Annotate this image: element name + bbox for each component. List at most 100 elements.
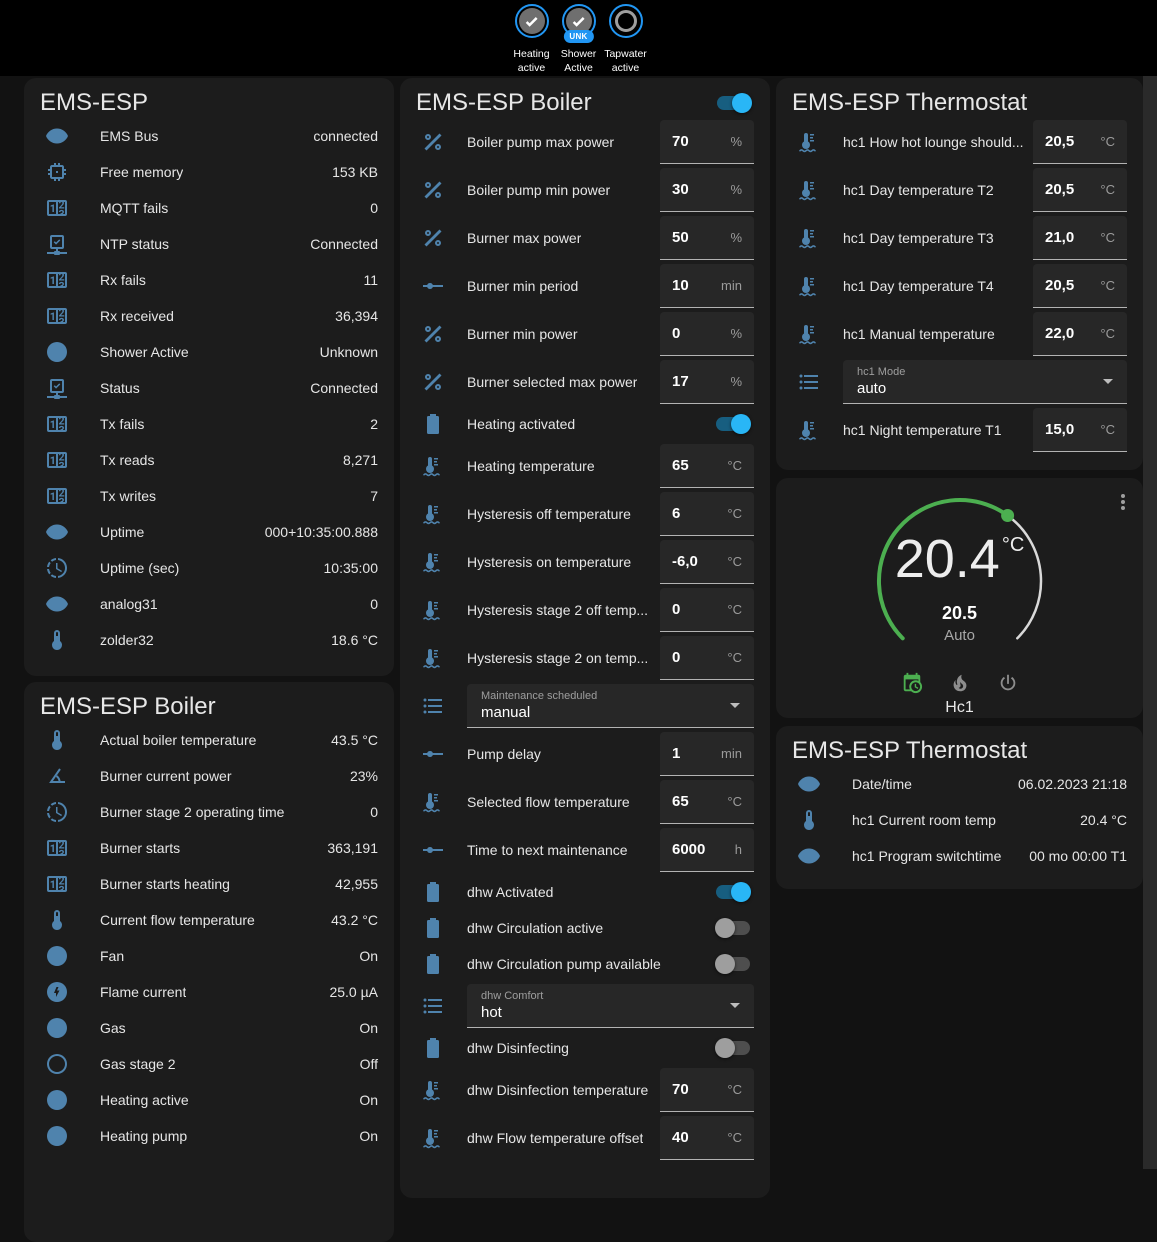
- number-input[interactable]: 20,5°C: [1033, 120, 1127, 164]
- select-input[interactable]: dhw Comforthot: [467, 984, 754, 1028]
- number-input[interactable]: 0°C: [660, 636, 754, 680]
- thermo-water-icon: [421, 790, 445, 814]
- number-input[interactable]: 40°C: [660, 1116, 754, 1160]
- entity-value: Off: [352, 1056, 378, 1072]
- unit-label: °C: [727, 602, 742, 617]
- entity-row[interactable]: hc1 Current room temp20.4 °C: [776, 802, 1143, 838]
- boiler-power-toggle[interactable]: [716, 93, 752, 113]
- entity-row[interactable]: EMS Busconnected: [24, 118, 394, 154]
- entity-row[interactable]: Heating activeOn: [24, 1082, 394, 1118]
- number-value: 0: [672, 325, 680, 342]
- entity-row[interactable]: Burner starts heating42,955: [24, 866, 394, 902]
- entity-row[interactable]: Burner stage 2 operating time0: [24, 794, 394, 830]
- eye-icon: [797, 844, 821, 868]
- number-input[interactable]: 15,0°C: [1033, 408, 1127, 452]
- entity-row[interactable]: Shower ActiveUnknown: [24, 334, 394, 370]
- entity-row[interactable]: FanOn: [24, 938, 394, 974]
- number-input[interactable]: 6°C: [660, 492, 754, 536]
- counter-icon: [45, 304, 69, 328]
- entity-row[interactable]: Gas stage 2Off: [24, 1046, 394, 1082]
- thermostat-dial[interactable]: 20.4°C 20.5 Auto: [865, 486, 1055, 664]
- entity-value: On: [351, 1128, 378, 1144]
- number-input[interactable]: 70°C: [660, 1068, 754, 1112]
- entity-row[interactable]: Flame current25.0 µA: [24, 974, 394, 1010]
- toggle-switch[interactable]: [715, 1038, 751, 1058]
- thermometer-icon: [797, 808, 821, 832]
- number-value: 30: [672, 181, 689, 198]
- number-input[interactable]: 30%: [660, 168, 754, 212]
- number-input[interactable]: 0 °C: [660, 588, 754, 632]
- badge-shower-active[interactable]: UNKShowerActive: [557, 4, 601, 76]
- number-input[interactable]: 20,5°C: [1033, 264, 1127, 308]
- entity-row[interactable]: Tx writes7: [24, 478, 394, 514]
- entity-label: hc1 Day temperature T4: [843, 278, 994, 294]
- unit-label: °C: [727, 794, 742, 809]
- entity-row[interactable]: NTP statusConnected: [24, 226, 394, 262]
- number-input[interactable]: 70%: [660, 120, 754, 164]
- entity-row: hc1 How hot lounge should...20,5°C: [776, 118, 1143, 166]
- toggle-switch[interactable]: [715, 918, 751, 938]
- entity-row[interactable]: zolder3218.6 °C: [24, 622, 394, 658]
- entity-row[interactable]: Burner current power23%: [24, 758, 394, 794]
- badge-tapwater-active[interactable]: Tapwateractive: [604, 4, 648, 76]
- entity-row[interactable]: Tx reads8,271: [24, 442, 394, 478]
- entity-row[interactable]: Free memory153 KB: [24, 154, 394, 190]
- entity-row[interactable]: Tx fails2: [24, 406, 394, 442]
- entity-row[interactable]: Rx fails11: [24, 262, 394, 298]
- number-input[interactable]: 65°C: [660, 444, 754, 488]
- badge-ring: [609, 4, 643, 38]
- entity-value: 2: [362, 416, 378, 432]
- number-input[interactable]: 10min: [660, 264, 754, 308]
- number-input[interactable]: 20,5°C: [1033, 168, 1127, 212]
- clock-icon: [45, 800, 69, 824]
- entity-row[interactable]: StatusConnected: [24, 370, 394, 406]
- number-input[interactable]: -6,0°C: [660, 540, 754, 584]
- number-input[interactable]: 65°C: [660, 780, 754, 824]
- entity-row[interactable]: MQTT fails0: [24, 190, 394, 226]
- entity-label: Current flow temperature: [100, 912, 255, 928]
- entity-row[interactable]: Rx received36,394: [24, 298, 394, 334]
- entity-row[interactable]: Heating pumpOn: [24, 1118, 394, 1154]
- badge-heating-active[interactable]: Heatingactive: [510, 4, 554, 76]
- entity-label: Shower Active: [100, 344, 189, 360]
- number-input[interactable]: 0%: [660, 312, 754, 356]
- entity-row[interactable]: analog310: [24, 586, 394, 622]
- page-scrollbar[interactable]: [1143, 76, 1157, 1169]
- toggle-switch[interactable]: [715, 414, 751, 434]
- dial-handle[interactable]: [1001, 509, 1014, 522]
- entity-row[interactable]: Date/time06.02.2023 21:18: [776, 766, 1143, 802]
- entity-row[interactable]: Actual boiler temperature43.5 °C: [24, 722, 394, 758]
- badge-ring: [515, 4, 549, 38]
- card-title-text: EMS-ESP Boiler: [416, 89, 592, 117]
- toggle-switch[interactable]: [715, 954, 751, 974]
- entity-label: analog31: [100, 596, 158, 612]
- entity-row[interactable]: Uptime (sec)10:35:00: [24, 550, 394, 586]
- number-input[interactable]: 17%: [660, 360, 754, 404]
- entity-value: 00 mo 00:00 T1: [1021, 848, 1127, 864]
- counter-icon: [45, 268, 69, 292]
- number-input[interactable]: 21,0°C: [1033, 216, 1127, 260]
- toggle-switch[interactable]: [715, 882, 751, 902]
- number-value: 1: [672, 745, 680, 762]
- entity-row: Selected flow temperature65°C: [400, 778, 770, 826]
- number-value: 0: [672, 601, 680, 618]
- number-input[interactable]: 22,0°C: [1033, 312, 1127, 356]
- number-value: 22,0: [1045, 325, 1074, 342]
- card-ems-esp-boiler-sensors: EMS-ESP Boiler Actual boiler temperature…: [24, 682, 394, 1242]
- select-input[interactable]: hc1 Modeauto: [843, 360, 1127, 404]
- number-input[interactable]: 6000h: [660, 828, 754, 872]
- entity-row: Boiler pump max power70%: [400, 118, 770, 166]
- select-input[interactable]: Maintenance scheduledmanual: [467, 684, 754, 728]
- entity-row: Hysteresis stage 2 off temp...0°C: [400, 586, 770, 634]
- number-input[interactable]: 1min: [660, 732, 754, 776]
- entity-row[interactable]: Uptime000+10:35:00.888: [24, 514, 394, 550]
- entity-row[interactable]: Burner starts363,191: [24, 830, 394, 866]
- chevron-down-icon: [730, 1003, 740, 1008]
- dots-vertical-icon[interactable]: [1111, 490, 1135, 514]
- entity-label: Burner stage 2 operating time: [100, 804, 284, 820]
- entity-label: Rx received: [100, 308, 174, 324]
- entity-row[interactable]: hc1 Program switchtime00 mo 00:00 T1: [776, 838, 1143, 874]
- number-input[interactable]: 50%: [660, 216, 754, 260]
- entity-row[interactable]: GasOn: [24, 1010, 394, 1046]
- entity-row[interactable]: Current flow temperature43.2 °C: [24, 902, 394, 938]
